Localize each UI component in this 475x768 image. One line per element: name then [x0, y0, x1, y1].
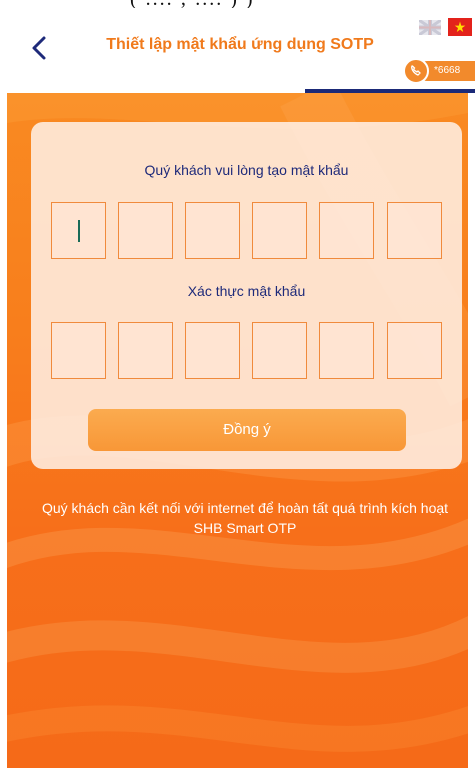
create-pin-box-6[interactable]: [387, 202, 442, 259]
internet-notice: Quý khách cần kết nối với internet để ho…: [41, 500, 449, 536]
confirm-pin-box-1[interactable]: [51, 322, 106, 379]
back-button[interactable]: [28, 34, 52, 62]
confirm-pin-box-4[interactable]: [252, 322, 307, 379]
create-pin-box-4[interactable]: [252, 202, 307, 259]
create-pin-box-3[interactable]: [185, 202, 240, 259]
agree-button[interactable]: Đồng ý: [88, 409, 406, 451]
english-language-button[interactable]: [418, 18, 442, 37]
top-clipped-text: ( .... ; .... ) ): [0, 0, 475, 8]
create-pin-box-2[interactable]: [118, 202, 173, 259]
password-card: Quý khách vui lòng tạo mật khẩu Xác thực…: [31, 122, 462, 469]
confirm-pin-row: [51, 322, 444, 379]
vietnamese-language-button[interactable]: [448, 18, 472, 36]
clipped-glyphs: ( .... ; .... ) ): [130, 0, 255, 8]
hotline-button[interactable]: *6668: [403, 58, 475, 84]
confirm-pin-box-3[interactable]: [185, 322, 240, 379]
text-caret: [78, 220, 80, 242]
screen: ( .... ; .... ) ) Thiết lập mật khẩu ứng…: [0, 0, 475, 768]
header-accent-line: [305, 89, 475, 93]
create-pin-box-5[interactable]: [319, 202, 374, 259]
create-pin-row: [51, 202, 444, 259]
chevron-left-icon: [32, 36, 46, 60]
phone-circle: [403, 58, 429, 84]
create-pin-box-1[interactable]: [51, 202, 106, 259]
hotline-number: *6668: [434, 65, 461, 76]
page-title: Thiết lập mật khẩu ứng dụng SOTP: [106, 36, 374, 53]
app-header: ( .... ; .... ) ) Thiết lập mật khẩu ứng…: [0, 0, 475, 93]
confirm-pin-box-2[interactable]: [118, 322, 173, 379]
create-password-label: Quý khách vui lòng tạo mật khẩu: [144, 162, 349, 178]
vn-flag-icon: [448, 18, 472, 36]
confirm-pin-box-5[interactable]: [319, 322, 374, 379]
phone-icon: [411, 65, 421, 76]
confirm-pin-box-6[interactable]: [387, 322, 442, 379]
confirm-password-label: Xác thực mật khẩu: [187, 283, 306, 299]
en-flag-icon: [418, 18, 442, 37]
